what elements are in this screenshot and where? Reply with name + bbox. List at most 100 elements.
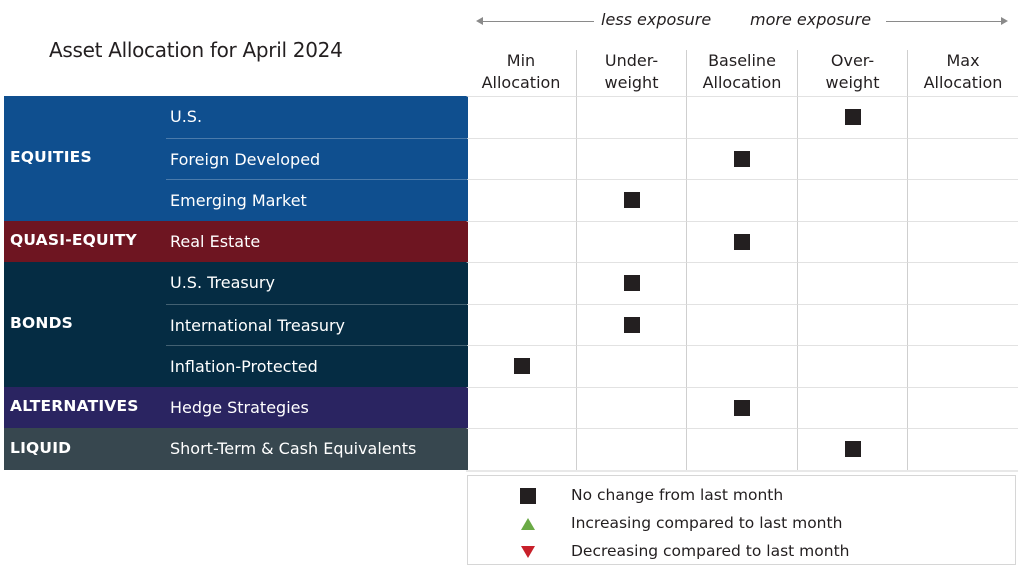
allocation-cell bbox=[576, 303, 686, 345]
legend-label: No change from last month bbox=[571, 486, 784, 504]
category-label: LIQUID bbox=[10, 438, 72, 457]
allocation-cell bbox=[797, 137, 907, 179]
exposure-line-left bbox=[482, 21, 594, 22]
no-change-square-marker bbox=[623, 316, 640, 333]
allocation-cell bbox=[466, 428, 576, 470]
column-header-line1: Baseline bbox=[708, 51, 776, 70]
asset-name: Hedge Strategies bbox=[170, 397, 309, 417]
allocation-cell bbox=[907, 345, 1018, 387]
allocation-cell bbox=[686, 345, 797, 387]
asset-row-label: U.S. Treasury bbox=[166, 262, 466, 304]
exposure-line-right bbox=[886, 21, 1002, 22]
allocation-cell bbox=[576, 428, 686, 470]
column-header-line2: weight bbox=[825, 73, 880, 92]
no-change-square-marker bbox=[844, 109, 861, 126]
triangle-down-icon bbox=[521, 546, 535, 558]
allocation-cell bbox=[466, 386, 576, 428]
allocation-cell bbox=[797, 386, 907, 428]
allocation-cell bbox=[907, 262, 1018, 304]
allocation-cell bbox=[466, 220, 576, 262]
no-change-square-marker bbox=[623, 192, 640, 209]
more-exposure-label: more exposure bbox=[750, 10, 872, 29]
exposure-scale: less exposure more exposure bbox=[476, 10, 1008, 32]
allocation-cell bbox=[466, 96, 576, 138]
legend-label: Decreasing compared to last month bbox=[571, 542, 850, 560]
allocation-cell bbox=[576, 220, 686, 262]
page-title: Asset Allocation for April 2024 bbox=[49, 38, 343, 62]
column-header-line1: Under- bbox=[604, 51, 659, 70]
legend-item: No change from last month bbox=[468, 482, 1017, 510]
no-change-square-marker bbox=[514, 358, 530, 375]
asset-name: International Treasury bbox=[170, 315, 346, 335]
asset-row-label: Foreign Developed bbox=[166, 137, 466, 180]
category-label: BONDS bbox=[10, 314, 73, 333]
column-header-line1: Max bbox=[946, 51, 980, 70]
asset-row-label: Hedge Strategies bbox=[166, 387, 466, 429]
allocation-cell bbox=[907, 137, 1018, 179]
allocation-cell bbox=[686, 303, 797, 345]
legend: No change from last month Increasing comp… bbox=[467, 475, 1016, 565]
legend-label: Increasing compared to last month bbox=[571, 514, 843, 532]
category-block: QUASI-EQUITY Real Estate bbox=[4, 220, 466, 262]
category-block: ALTERNATIVES Hedge Strategies bbox=[4, 386, 466, 429]
no-change-square-marker bbox=[844, 441, 861, 458]
triangle-up-icon bbox=[521, 518, 535, 530]
asset-row-label: Short-Term & Cash Equivalents bbox=[166, 428, 466, 470]
category-block: BONDS U.S. Treasury International Treasury… bbox=[4, 262, 466, 387]
allocation-cell bbox=[466, 303, 576, 345]
asset-name: U.S. Treasury bbox=[170, 273, 275, 292]
column-header: Under-weight bbox=[576, 50, 686, 96]
allocation-cell bbox=[907, 303, 1018, 345]
asset-name: U.S. bbox=[170, 107, 203, 126]
asset-name: Emerging Market bbox=[170, 191, 307, 210]
allocation-cell bbox=[907, 96, 1018, 138]
allocation-cell bbox=[797, 96, 907, 138]
no-change-square-marker bbox=[734, 150, 750, 167]
column-header-line1: Min bbox=[506, 51, 536, 70]
allocation-cell bbox=[797, 179, 907, 221]
category-label: ALTERNATIVES bbox=[10, 397, 139, 416]
allocation-cell bbox=[907, 179, 1018, 221]
allocation-cell bbox=[797, 262, 907, 304]
column-header-line1: Over- bbox=[830, 51, 875, 70]
allocation-cell bbox=[907, 386, 1018, 428]
asset-row-label: Inflation-Protected bbox=[166, 345, 466, 387]
allocation-cell bbox=[576, 345, 686, 387]
category-block: EQUITIES U.S. Foreign Developed Emerging Ma… bbox=[4, 96, 466, 221]
allocation-cell bbox=[907, 220, 1018, 262]
asset-name: Real Estate bbox=[170, 231, 261, 251]
allocation-cell bbox=[686, 96, 797, 138]
asset-name: Foreign Developed bbox=[170, 149, 321, 169]
column-header-line2: weight bbox=[604, 73, 659, 92]
no-change-square-marker bbox=[623, 275, 640, 292]
allocation-cell bbox=[576, 386, 686, 428]
column-header: Min Allocation bbox=[466, 50, 576, 96]
square-icon bbox=[520, 488, 536, 504]
allocation-cell bbox=[907, 428, 1018, 470]
allocation-cell bbox=[797, 428, 907, 470]
column-header-line2: Allocation bbox=[923, 73, 1003, 92]
allocation-cell bbox=[466, 179, 576, 221]
no-change-square-marker bbox=[734, 399, 750, 416]
asset-name: Inflation-Protected bbox=[170, 357, 318, 376]
allocation-cell bbox=[576, 137, 686, 179]
allocation-cell bbox=[576, 96, 686, 138]
allocation-cell bbox=[466, 137, 576, 179]
column-header-line2: Allocation bbox=[702, 73, 782, 92]
asset-row-label: International Treasury bbox=[166, 303, 466, 346]
asset-row-label: Emerging Market bbox=[166, 179, 466, 221]
allocation-cell bbox=[797, 220, 907, 262]
column-header: Max Allocation bbox=[907, 50, 1018, 96]
legend-item: Increasing compared to last month bbox=[468, 510, 1017, 538]
category-block: LIQUID Short-Term & Cash Equivalents bbox=[4, 428, 466, 470]
column-header: Baseline Allocation bbox=[686, 50, 797, 96]
allocation-cell bbox=[797, 303, 907, 345]
allocation-cell bbox=[686, 137, 797, 179]
allocation-cell bbox=[576, 179, 686, 221]
allocation-cell bbox=[466, 345, 576, 387]
column-header-line2: Allocation bbox=[481, 73, 561, 92]
allocation-cell bbox=[797, 345, 907, 387]
less-exposure-label: less exposure bbox=[601, 10, 712, 29]
arrow-right-icon bbox=[1001, 17, 1008, 25]
no-change-square-marker bbox=[734, 233, 750, 250]
